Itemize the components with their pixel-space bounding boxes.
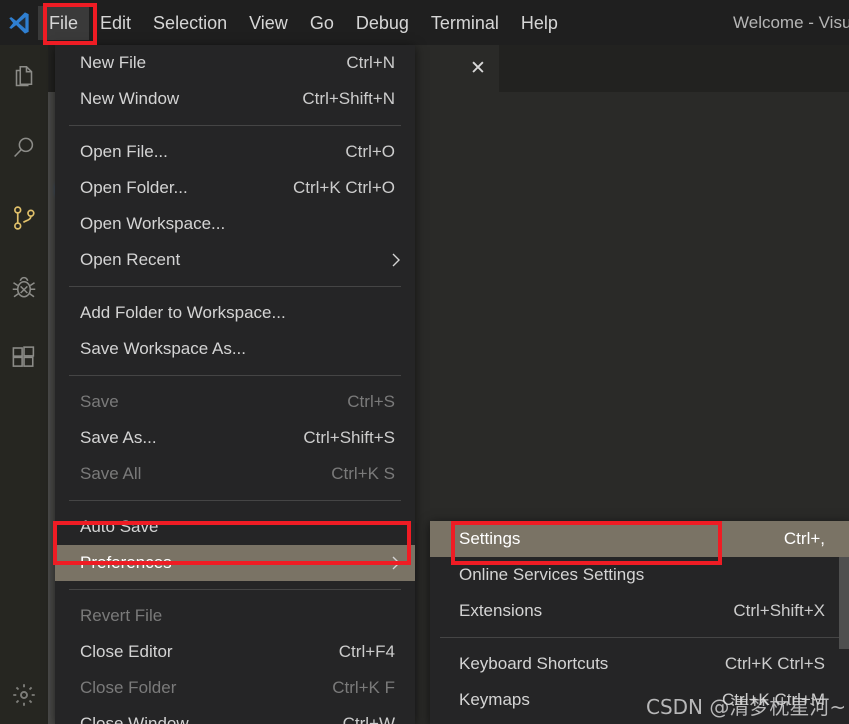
menu-item-keybinding: Ctrl+F4 [338, 642, 395, 661]
chevron-right-icon [391, 252, 401, 268]
menu-separator [69, 589, 401, 590]
file-menu-item-close-window[interactable]: Close Window Ctrl+W [55, 706, 415, 724]
menubar-item-debug[interactable]: Debug [345, 6, 420, 40]
menu-item-label: Open Workspace... [80, 214, 226, 233]
vscode-logo-icon [0, 0, 38, 45]
file-menu-item-close-folder: Close Folder Ctrl+K F [55, 670, 415, 706]
menu-separator [440, 637, 839, 638]
preferences-menu-item-keyboard-shortcuts[interactable]: Keyboard Shortcuts Ctrl+K Ctrl+S [430, 646, 849, 682]
menubar-item-go[interactable]: Go [299, 6, 345, 40]
file-menu-item-open-recent[interactable]: Open Recent [55, 242, 415, 278]
activity-item-extensions[interactable] [0, 325, 48, 395]
menu-item-keybinding: Ctrl+Shift+N [302, 89, 395, 108]
activity-item-search[interactable] [0, 115, 48, 185]
menu-item-label: Close Window [80, 714, 189, 724]
preferences-menu-item-online-services-settings[interactable]: Online Services Settings [430, 557, 849, 593]
menu-item-keybinding: Ctrl+K Ctrl+O [292, 178, 395, 197]
file-menu-item-open-folder[interactable]: Open Folder... Ctrl+K Ctrl+O [55, 170, 415, 206]
menu-item-label: Close Editor [80, 642, 173, 661]
menu-item-keybinding: Ctrl+S [347, 392, 395, 411]
file-menu-item-close-editor[interactable]: Close Editor Ctrl+F4 [55, 634, 415, 670]
menu-item-label: Save As... [80, 428, 157, 447]
menu-separator [69, 286, 401, 287]
menu-item-label: Open Recent [80, 250, 181, 269]
menu-item-keybinding: Ctrl+W [342, 714, 395, 724]
file-menu-item-auto-save[interactable]: Auto Save [55, 509, 415, 545]
menu-item-keybinding: Ctrl+K Ctrl+S [724, 654, 825, 673]
menubar-item-edit[interactable]: Edit [89, 6, 142, 40]
file-menu-item-open-file[interactable]: Open File... Ctrl+O [55, 134, 415, 170]
menu-item-keybinding: Ctrl+K S [331, 464, 395, 483]
file-menu-item-save-workspace-as[interactable]: Save Workspace As... [55, 331, 415, 367]
menu-item-label: Preferences [80, 553, 172, 572]
activity-item-debug[interactable] [0, 255, 48, 325]
menu-item-keybinding: Ctrl+K F [332, 678, 395, 697]
menu-item-label: Online Services Settings [459, 565, 645, 584]
menu-item-label: New File [80, 53, 147, 72]
menu-item-label: Settings [459, 529, 521, 548]
menubar: File Edit Selection View Go Debug Termin… [38, 0, 569, 45]
debug-icon [9, 273, 39, 308]
menubar-item-terminal[interactable]: Terminal [420, 6, 510, 40]
menu-item-label: Keyboard Shortcuts [459, 654, 609, 673]
menu-item-keybinding: Ctrl+N [346, 53, 395, 72]
menu-item-label: Auto Save [80, 517, 159, 536]
menu-item-label: New Window [80, 89, 180, 108]
menu-item-label: Open File... [80, 142, 168, 161]
menu-item-label: Save Workspace As... [80, 339, 246, 358]
menu-item-keybinding: Ctrl+Shift+X [733, 601, 825, 620]
activity-item-source-control[interactable] [0, 185, 48, 255]
menu-item-label: Save All [80, 464, 142, 483]
menu-item-label: Add Folder to Workspace... [80, 303, 286, 322]
menubar-item-selection[interactable]: Selection [142, 6, 238, 40]
tab-bar-filler [499, 45, 849, 92]
explorer-icon [9, 63, 39, 98]
file-dropdown-menu[interactable]: New File Ctrl+N New Window Ctrl+Shift+N Open… [55, 45, 415, 724]
source-control-icon [9, 203, 39, 238]
gear-icon [10, 681, 38, 714]
watermark: CSDN @清梦枕星河~ [646, 695, 847, 719]
preferences-menu-item-extensions[interactable]: Extensions Ctrl+Shift+X [430, 593, 849, 629]
menu-item-label: Save [80, 392, 119, 411]
menu-item-label: Revert File [80, 606, 163, 625]
menu-item-keybinding: Ctrl+O [345, 142, 395, 161]
activity-bar [0, 45, 48, 724]
preferences-menu-item-settings[interactable]: Settings Ctrl+, [430, 521, 849, 557]
file-menu-item-add-folder-to-workspace[interactable]: Add Folder to Workspace... [55, 295, 415, 331]
menu-item-label: Open Folder... [80, 178, 188, 197]
file-menu-item-save-as[interactable]: Save As... Ctrl+Shift+S [55, 420, 415, 456]
close-icon[interactable]: ✕ [467, 58, 489, 80]
menu-item-label: Close Folder [80, 678, 177, 697]
search-icon [9, 133, 39, 168]
menubar-item-file[interactable]: File [38, 5, 90, 40]
file-menu-item-open-workspace[interactable]: Open Workspace... [55, 206, 415, 242]
menubar-item-help[interactable]: Help [510, 6, 569, 40]
menu-separator [69, 125, 401, 126]
file-menu-item-save-all: Save All Ctrl+K S [55, 456, 415, 492]
file-menu-item-new-file[interactable]: New File Ctrl+N [55, 45, 415, 81]
menu-item-label: Extensions [459, 601, 543, 620]
activity-item-manage[interactable] [0, 670, 48, 724]
menu-item-keybinding: Ctrl+Shift+S [303, 428, 395, 447]
chevron-right-icon [391, 555, 401, 571]
file-menu-item-preferences[interactable]: Preferences [55, 545, 415, 581]
menu-item-keybinding: Ctrl+, [783, 529, 825, 548]
activity-item-explorer[interactable] [0, 45, 48, 115]
menu-separator [69, 375, 401, 376]
file-menu-item-new-window[interactable]: New Window Ctrl+Shift+N [55, 81, 415, 117]
menu-separator [69, 500, 401, 501]
file-menu-item-save: Save Ctrl+S [55, 384, 415, 420]
file-menu-item-revert-file: Revert File [55, 598, 415, 634]
window-title: Welcome - Visu [733, 12, 849, 32]
menubar-item-view[interactable]: View [238, 6, 299, 40]
title-bar: File Edit Selection View Go Debug Termin… [0, 0, 849, 45]
extensions-icon [9, 343, 39, 378]
